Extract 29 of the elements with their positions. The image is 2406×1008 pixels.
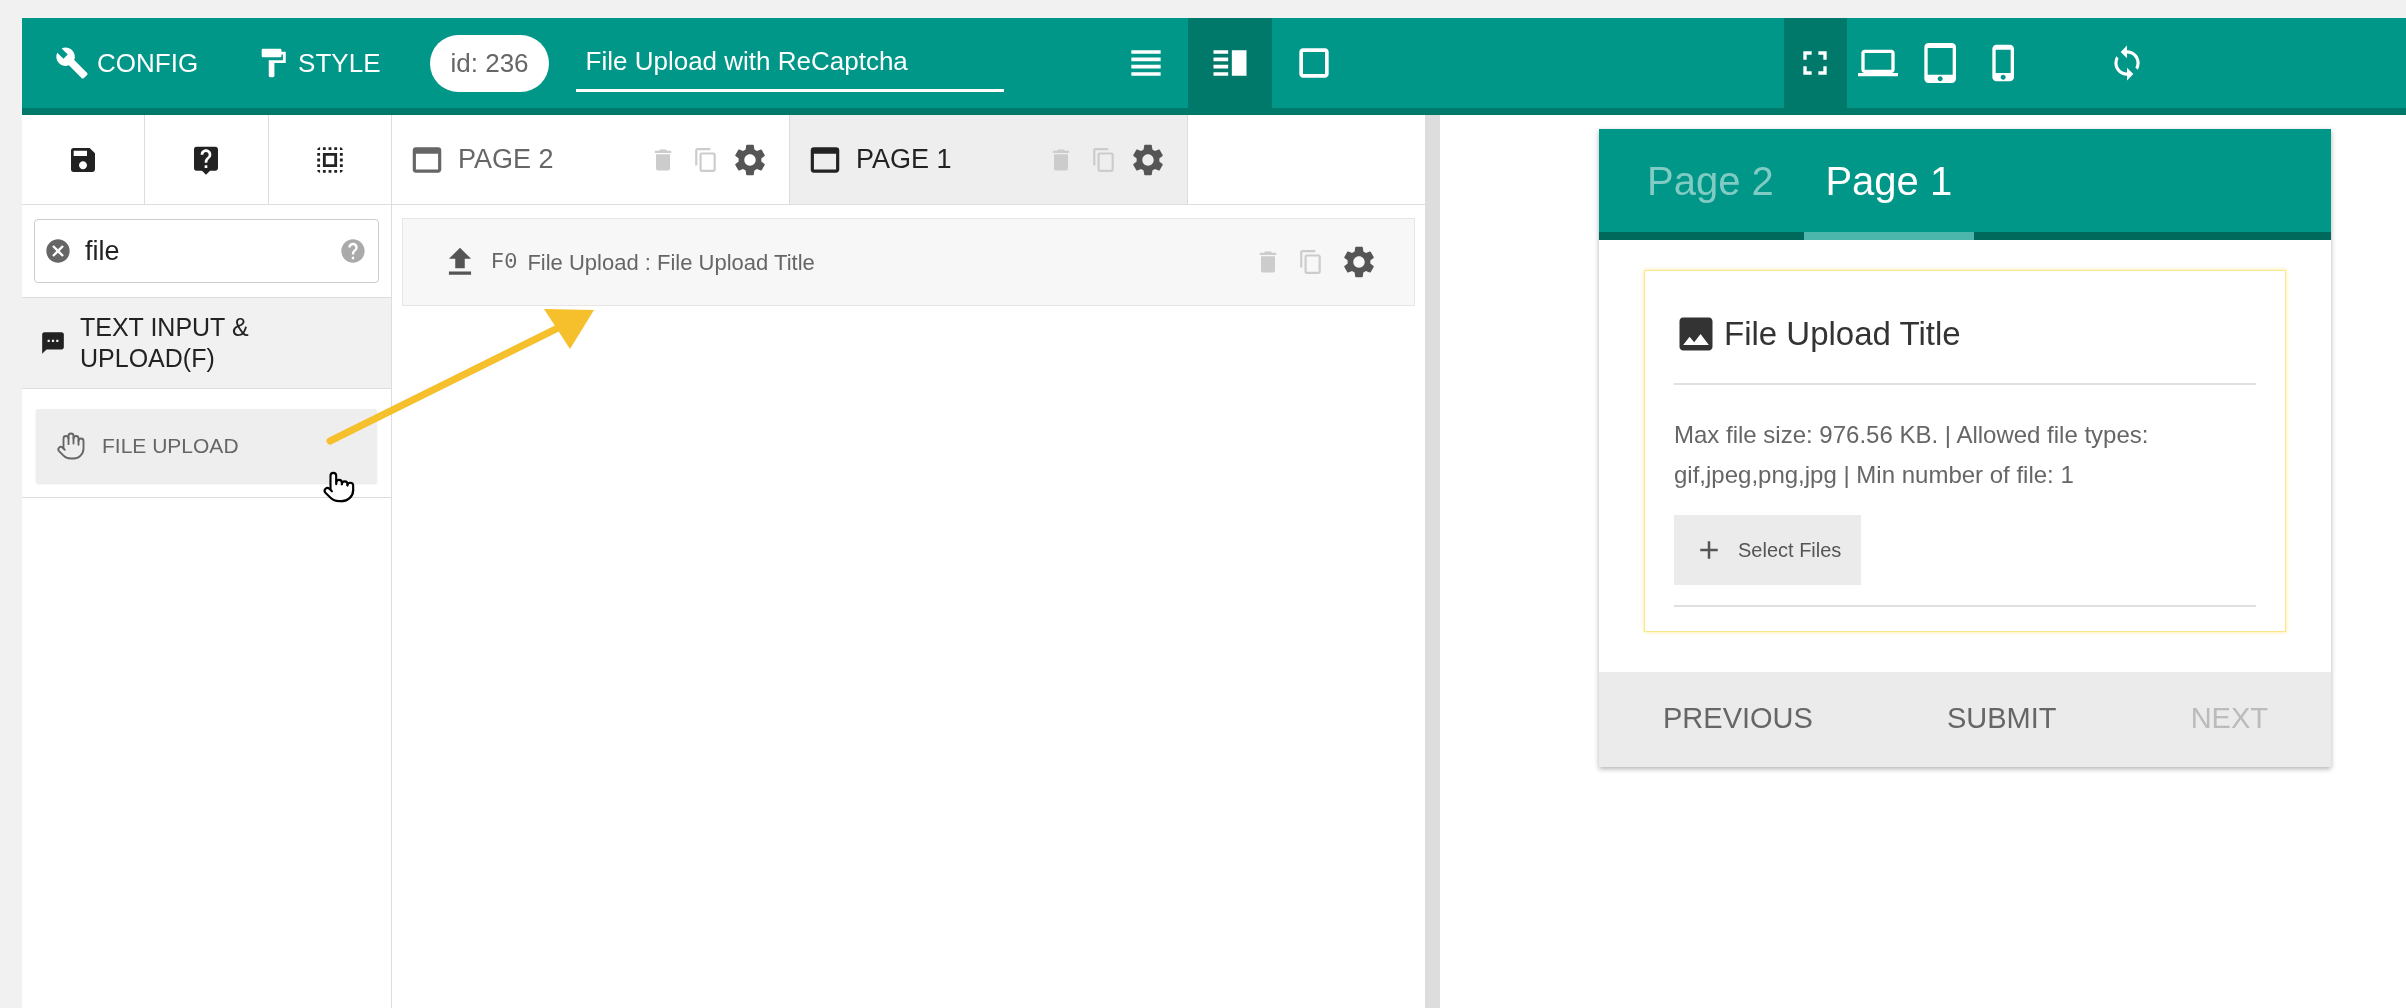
preview-tab[interactable]: Page 1 <box>1803 129 1974 240</box>
search-field[interactable]: file <box>34 219 379 283</box>
select-files-button[interactable]: Select Files <box>1674 514 1862 585</box>
form-field-row[interactable]: F0 File Upload : File Upload Title <box>402 218 1415 306</box>
menu-button[interactable]: STYLE <box>256 43 381 83</box>
copy-icon <box>1091 146 1117 173</box>
hand-cursor-icon <box>322 470 356 504</box>
form-title-field[interactable]: File Upload with ReCaptcha <box>575 34 1004 92</box>
page-tab[interactable]: PAGE 1 <box>790 115 1188 204</box>
field-title: File Upload Title <box>1724 314 1961 354</box>
hand-icon <box>56 431 86 461</box>
clear-icon[interactable] <box>44 237 72 265</box>
field-label: File Upload : File Upload Title <box>527 248 816 277</box>
chat-icon <box>40 330 66 356</box>
category-label: TEXT INPUT & UPLOAD(F) <box>80 312 250 374</box>
nav-button[interactable]: SUBMIT <box>1947 697 2057 741</box>
device-option[interactable] <box>1783 18 1847 108</box>
copy-icon <box>1298 249 1324 275</box>
wrench-icon <box>55 46 89 80</box>
copy-icon <box>693 146 719 173</box>
nav-button[interactable]: PREVIOUS <box>1663 697 1813 741</box>
help-icon[interactable] <box>339 237 367 265</box>
category-header[interactable]: TEXT INPUT & UPLOAD(F) <box>22 297 391 389</box>
form-id-badge: id: 236 <box>430 34 549 92</box>
help-text: Max file size: 976.56 KB. | Allowed file types: gif,jpeg,png,jpg | Min number of file: 1 <box>1674 419 2150 490</box>
layout-option[interactable] <box>1187 18 1272 108</box>
palette-item[interactable]: FILE UPLOAD <box>36 409 377 483</box>
field-code: F0 <box>491 248 518 277</box>
menu-button[interactable]: CONFIG <box>55 43 199 83</box>
